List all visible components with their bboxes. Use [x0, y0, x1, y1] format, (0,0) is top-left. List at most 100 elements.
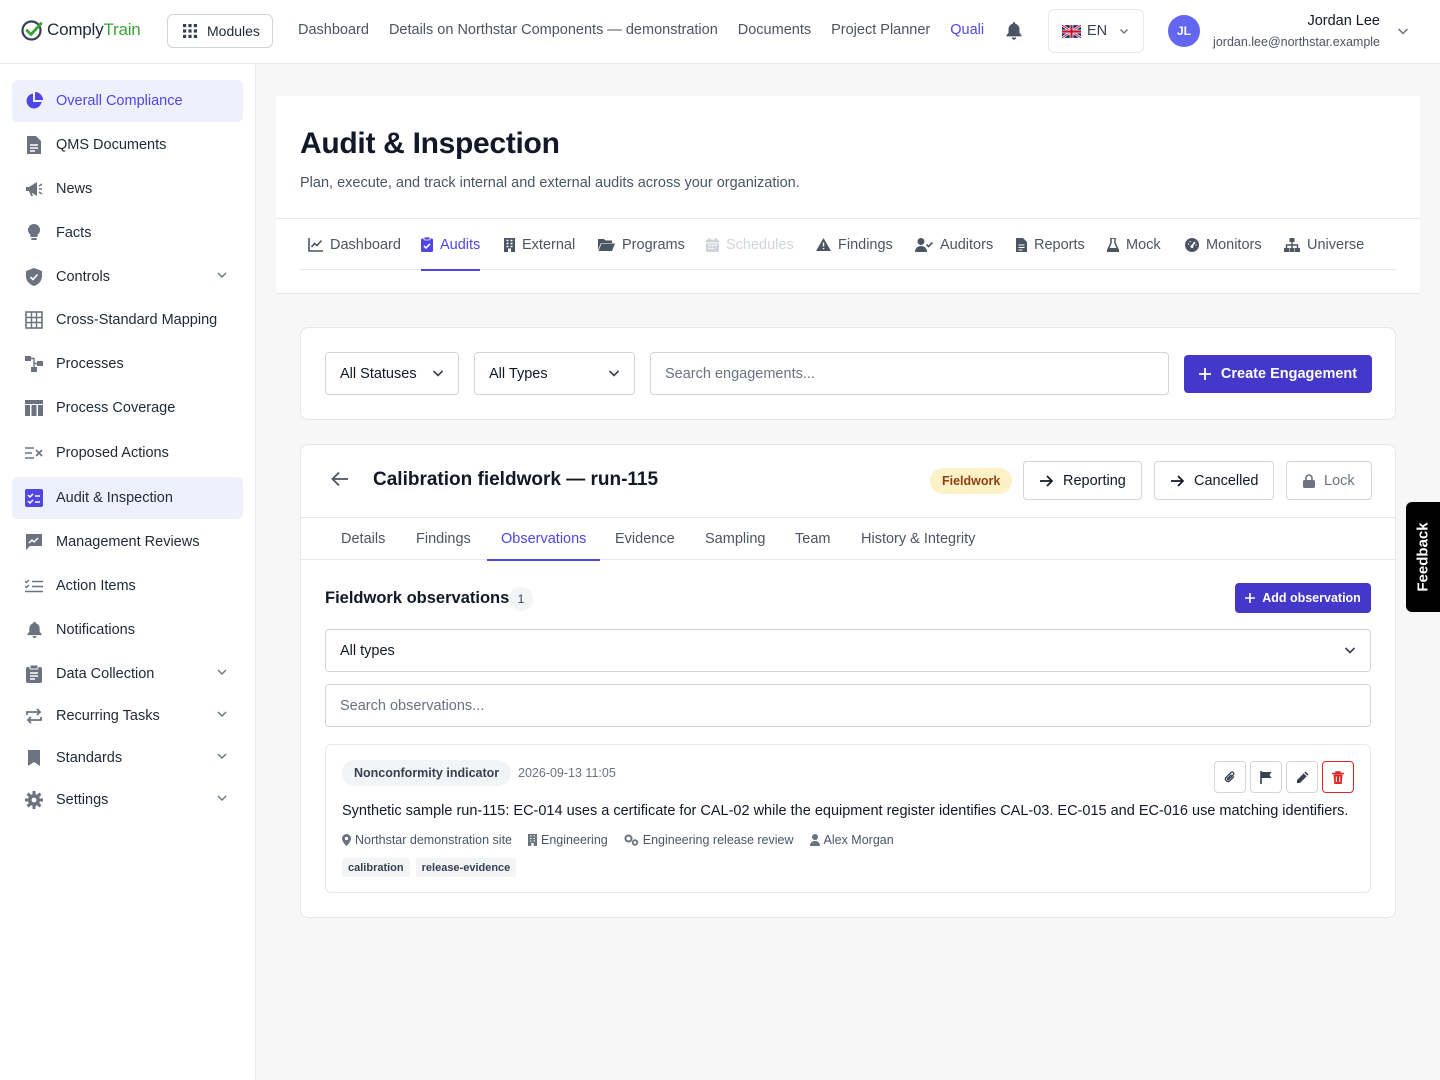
sidebar-item-cross-standard-mapping[interactable]: Cross-Standard Mapping [12, 299, 243, 341]
tab-auditors[interactable]: Auditors [915, 219, 993, 270]
tab-audits[interactable]: Audits [421, 219, 481, 271]
observation-meta: Northstar demonstration site Engineering… [342, 833, 894, 847]
tab-universe[interactable]: Universe [1284, 219, 1364, 270]
tab-details[interactable]: Details [341, 518, 385, 560]
create-engagement-button[interactable]: Create Engagement [1184, 355, 1372, 393]
warning-icon [816, 238, 831, 251]
sidebar-item-processes[interactable]: Processes [12, 343, 243, 385]
sidebar-item-process-coverage[interactable]: Process Coverage [12, 387, 243, 429]
observation-type-badge: Nonconformity indicator [342, 760, 512, 786]
report-icon [1016, 237, 1027, 252]
attach-button[interactable] [1214, 761, 1246, 793]
add-observation-button[interactable]: Add observation [1235, 583, 1371, 613]
sidebar-item-data-collection[interactable]: Data Collection [12, 653, 243, 695]
language-selector[interactable]: EN [1048, 9, 1144, 53]
user-menu-chevron-icon[interactable] [1397, 26, 1409, 36]
type-filter-value: All Types [489, 365, 548, 382]
user-avatar[interactable]: JL [1168, 15, 1200, 47]
top-nav-details[interactable]: Details on Northstar Components — demons… [389, 22, 718, 38]
logo-text: ComplyTrain [47, 20, 141, 39]
observation-process: Engineering release review [624, 833, 794, 847]
top-nav-documents[interactable]: Documents [738, 22, 811, 38]
tab-mock[interactable]: Mock [1107, 219, 1161, 270]
search-engagements-input[interactable] [650, 352, 1169, 395]
app-logo[interactable]: ComplyTrain [20, 18, 141, 42]
list-x-icon [24, 443, 44, 463]
back-arrow-icon[interactable] [331, 471, 349, 487]
chevron-down-icon [432, 368, 444, 378]
tab-findings[interactable]: Findings [816, 219, 893, 270]
modules-button[interactable]: Modules [167, 14, 273, 48]
tag: release-evidence [415, 858, 517, 877]
feedback-tab[interactable]: Feedback [1406, 502, 1440, 612]
sidebar-item-settings[interactable]: Settings [12, 779, 243, 821]
paperclip-icon [1224, 770, 1236, 784]
department-label: Engineering [541, 833, 608, 847]
sidebar-item-label: Facts [56, 225, 92, 241]
edit-button[interactable] [1286, 761, 1318, 793]
observation-tags: calibration release-evidence [342, 858, 517, 877]
tab-programs[interactable]: Programs [598, 219, 685, 270]
sidebar-item-label: Overall Compliance [56, 93, 183, 109]
sidebar-item-audit-inspection[interactable]: Audit & Inspection [12, 477, 243, 519]
tab-sampling[interactable]: Sampling [705, 518, 765, 560]
lock-button[interactable]: Lock [1286, 461, 1372, 500]
grid-icon [183, 24, 197, 38]
tab-observations[interactable]: Observations [486, 518, 601, 561]
tab-schedules[interactable]: Schedules [706, 219, 794, 270]
tab-monitors[interactable]: Monitors [1185, 219, 1262, 270]
shield-icon [24, 267, 44, 287]
sidebar-item-overall-compliance[interactable]: Overall Compliance [12, 80, 243, 122]
sidebar-item-news[interactable]: News [12, 168, 243, 210]
top-nav-dashboard[interactable]: Dashboard [298, 22, 369, 38]
sidebar-item-qms-documents[interactable]: QMS Documents [12, 124, 243, 166]
tab-label: Findings [838, 236, 893, 253]
tab-team[interactable]: Team [795, 518, 830, 560]
sidebar-item-label: Action Items [56, 578, 136, 594]
tab-history-integrity[interactable]: History & Integrity [861, 518, 975, 560]
modules-label: Modules [207, 23, 260, 39]
notifications-bell-icon[interactable] [1006, 22, 1022, 40]
grid-icon [24, 310, 44, 330]
chevron-down-icon [608, 368, 620, 378]
sidebar-item-controls[interactable]: Controls [12, 256, 243, 298]
engagement-detail-card: Calibration fieldwork — run-115 Fieldwor… [300, 444, 1396, 918]
user-name[interactable]: Jordan Lee [1307, 13, 1380, 29]
sidebar-item-standards[interactable]: Standards [12, 737, 243, 779]
sidebar-item-facts[interactable]: Facts [12, 212, 243, 254]
calendar-icon [706, 237, 719, 252]
tab-label: Monitors [1206, 236, 1262, 253]
pencil-icon [1296, 771, 1309, 784]
tab-findings[interactable]: Findings [416, 518, 471, 560]
move-to-cancelled-button[interactable]: Cancelled [1154, 461, 1274, 500]
page-subtitle: Plan, execute, and track internal and ex… [300, 175, 800, 191]
add-observation-label: Add observation [1262, 591, 1361, 605]
flag-button[interactable] [1250, 761, 1282, 793]
type-filter-select[interactable]: All Types [474, 352, 635, 395]
sidebar-item-notifications[interactable]: Notifications [12, 609, 243, 651]
status-filter-select[interactable]: All Statuses [325, 352, 459, 395]
table-icon [24, 398, 44, 418]
clipboard-icon [24, 664, 44, 684]
tab-dashboard[interactable]: Dashboard [308, 219, 401, 270]
feedback-label: Feedback [1414, 522, 1432, 592]
tab-label: Schedules [726, 236, 794, 253]
delete-button[interactable] [1322, 761, 1354, 793]
sidebar-item-proposed-actions[interactable]: Proposed Actions [12, 432, 243, 474]
user-check-icon [915, 237, 933, 252]
plus-icon [1245, 593, 1256, 603]
tab-reports[interactable]: Reports [1016, 219, 1085, 270]
tab-external[interactable]: External [504, 219, 575, 270]
observation-type-filter[interactable]: All types [325, 629, 1371, 672]
sidebar-item-management-reviews[interactable]: Management Reviews [12, 521, 243, 563]
top-nav-project-planner[interactable]: Project Planner [831, 22, 930, 38]
move-to-reporting-button[interactable]: Reporting [1023, 461, 1142, 500]
sidebar-item-action-items[interactable]: Action Items [12, 565, 243, 607]
top-nav-quali[interactable]: Quali [950, 22, 984, 38]
top-nav: Dashboard Details on Northstar Component… [298, 22, 984, 38]
search-observations-input[interactable] [325, 684, 1371, 727]
tab-evidence[interactable]: Evidence [615, 518, 675, 560]
chevron-down-icon [217, 668, 227, 676]
language-code: EN [1087, 23, 1108, 39]
sidebar-item-recurring-tasks[interactable]: Recurring Tasks [12, 695, 243, 737]
